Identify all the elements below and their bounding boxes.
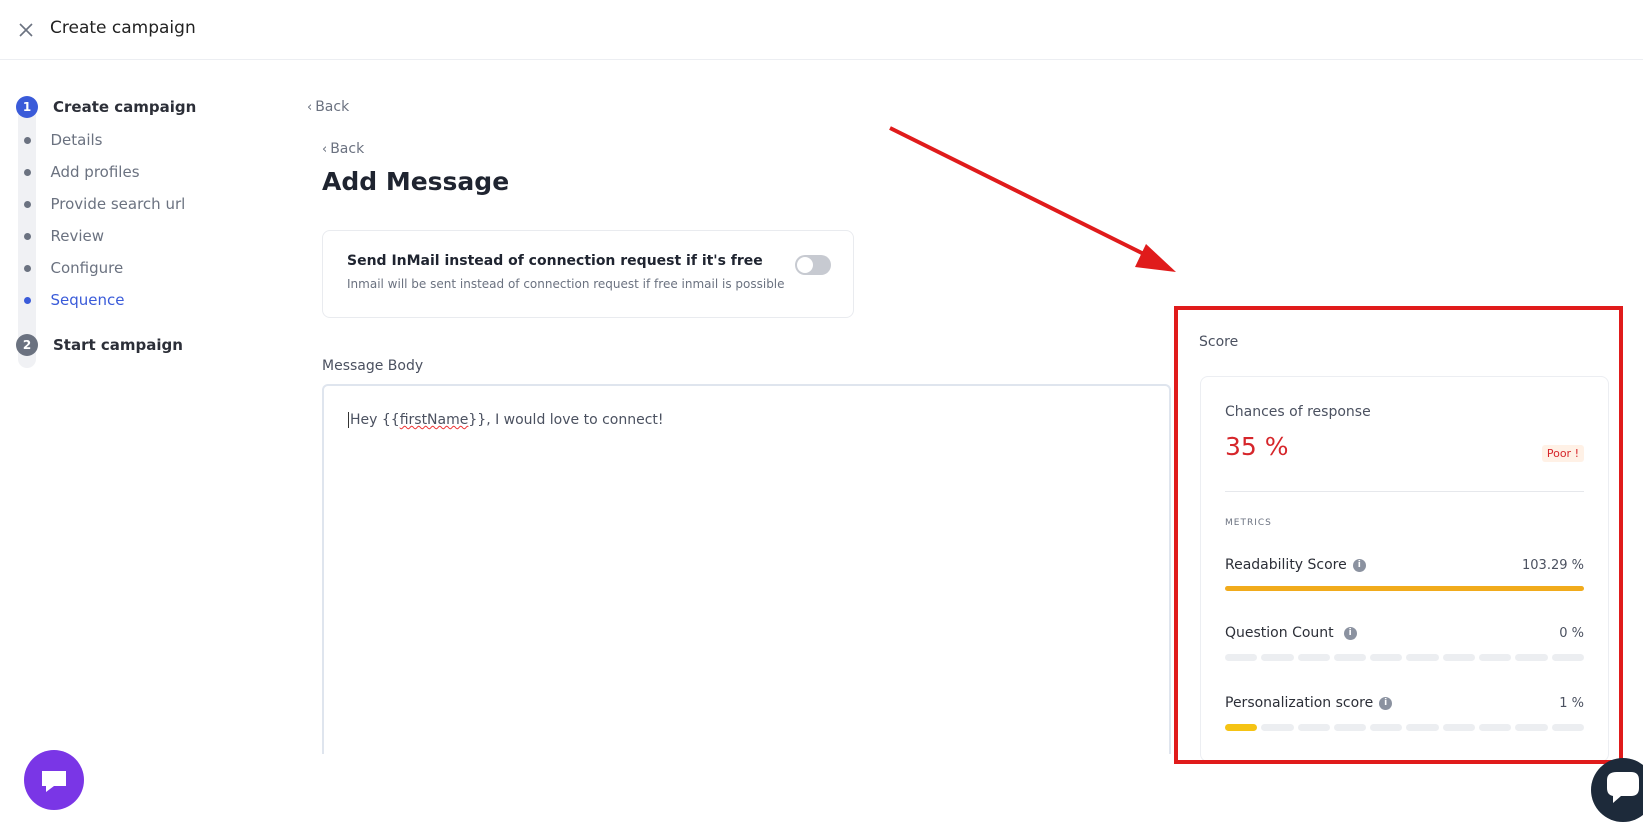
chevron-left-icon: ‹ [322, 141, 328, 157]
step-dot-active [23, 296, 31, 304]
back-link-inner[interactable]: ‹ Back [322, 141, 364, 157]
inmail-title: Send InMail instead of connection reques… [347, 253, 763, 269]
chat-bubble-icon [42, 771, 66, 792]
inmail-option-card: Send InMail instead of connection reques… [322, 230, 854, 318]
step-label: Create campaign [53, 98, 197, 116]
step-dot [23, 168, 31, 176]
substep-label: Provide search url [50, 195, 186, 213]
page-header-title: Create campaign [50, 18, 196, 38]
substep-label: Configure [50, 259, 124, 277]
substep-provide-search-url[interactable]: Provide search url [16, 194, 185, 214]
page-title: Add Message [322, 167, 510, 196]
substep-details[interactable]: Details [16, 130, 103, 150]
message-variable: firstName [399, 412, 469, 428]
message-text: Hey {{firstName}}, I would love to conne… [348, 412, 664, 428]
substep-label: Sequence [50, 291, 125, 309]
close-icon[interactable] [16, 20, 36, 40]
message-body-editor[interactable]: Hey {{firstName}}, I would love to conne… [322, 384, 1171, 754]
step-dot [23, 232, 31, 240]
toggle-knob [797, 257, 813, 273]
step-create-campaign[interactable]: 1 Create campaign [16, 96, 196, 118]
chevron-left-icon: ‹ [307, 99, 313, 115]
substep-configure[interactable]: Configure [16, 258, 123, 278]
inmail-toggle[interactable] [795, 255, 831, 275]
step-number-2: 2 [16, 334, 38, 356]
substep-review[interactable]: Review [16, 226, 104, 246]
chat-widget-button[interactable] [24, 750, 84, 810]
substep-label: Add profiles [50, 163, 140, 181]
step-dot [23, 136, 31, 144]
substep-sequence[interactable]: Sequence [16, 290, 125, 310]
chat-icon [1607, 772, 1639, 803]
step-number-1: 1 [16, 96, 38, 118]
message-text-after: }}, I would love to connect! [468, 412, 664, 428]
substep-add-profiles[interactable]: Add profiles [16, 162, 140, 182]
step-dot [23, 264, 31, 272]
top-bar: Create campaign [0, 0, 1643, 60]
step-label: Start campaign [53, 336, 183, 354]
campaign-steps: 1 Create campaign Details Add profiles P… [16, 96, 276, 368]
back-label: Back [315, 99, 350, 115]
annotation-highlight-box [1174, 306, 1623, 764]
message-text-before: Hey {{ [350, 412, 400, 428]
step-dot [23, 200, 31, 208]
substep-label: Details [50, 131, 103, 149]
substep-label: Review [50, 227, 105, 245]
support-chat-button[interactable] [1591, 758, 1643, 822]
message-body-label: Message Body [322, 358, 424, 374]
back-link-outer[interactable]: ‹ Back [307, 99, 349, 115]
back-label: Back [330, 141, 365, 157]
inmail-description: Inmail will be sent instead of connectio… [347, 277, 785, 291]
step-start-campaign[interactable]: 2 Start campaign [16, 334, 183, 356]
